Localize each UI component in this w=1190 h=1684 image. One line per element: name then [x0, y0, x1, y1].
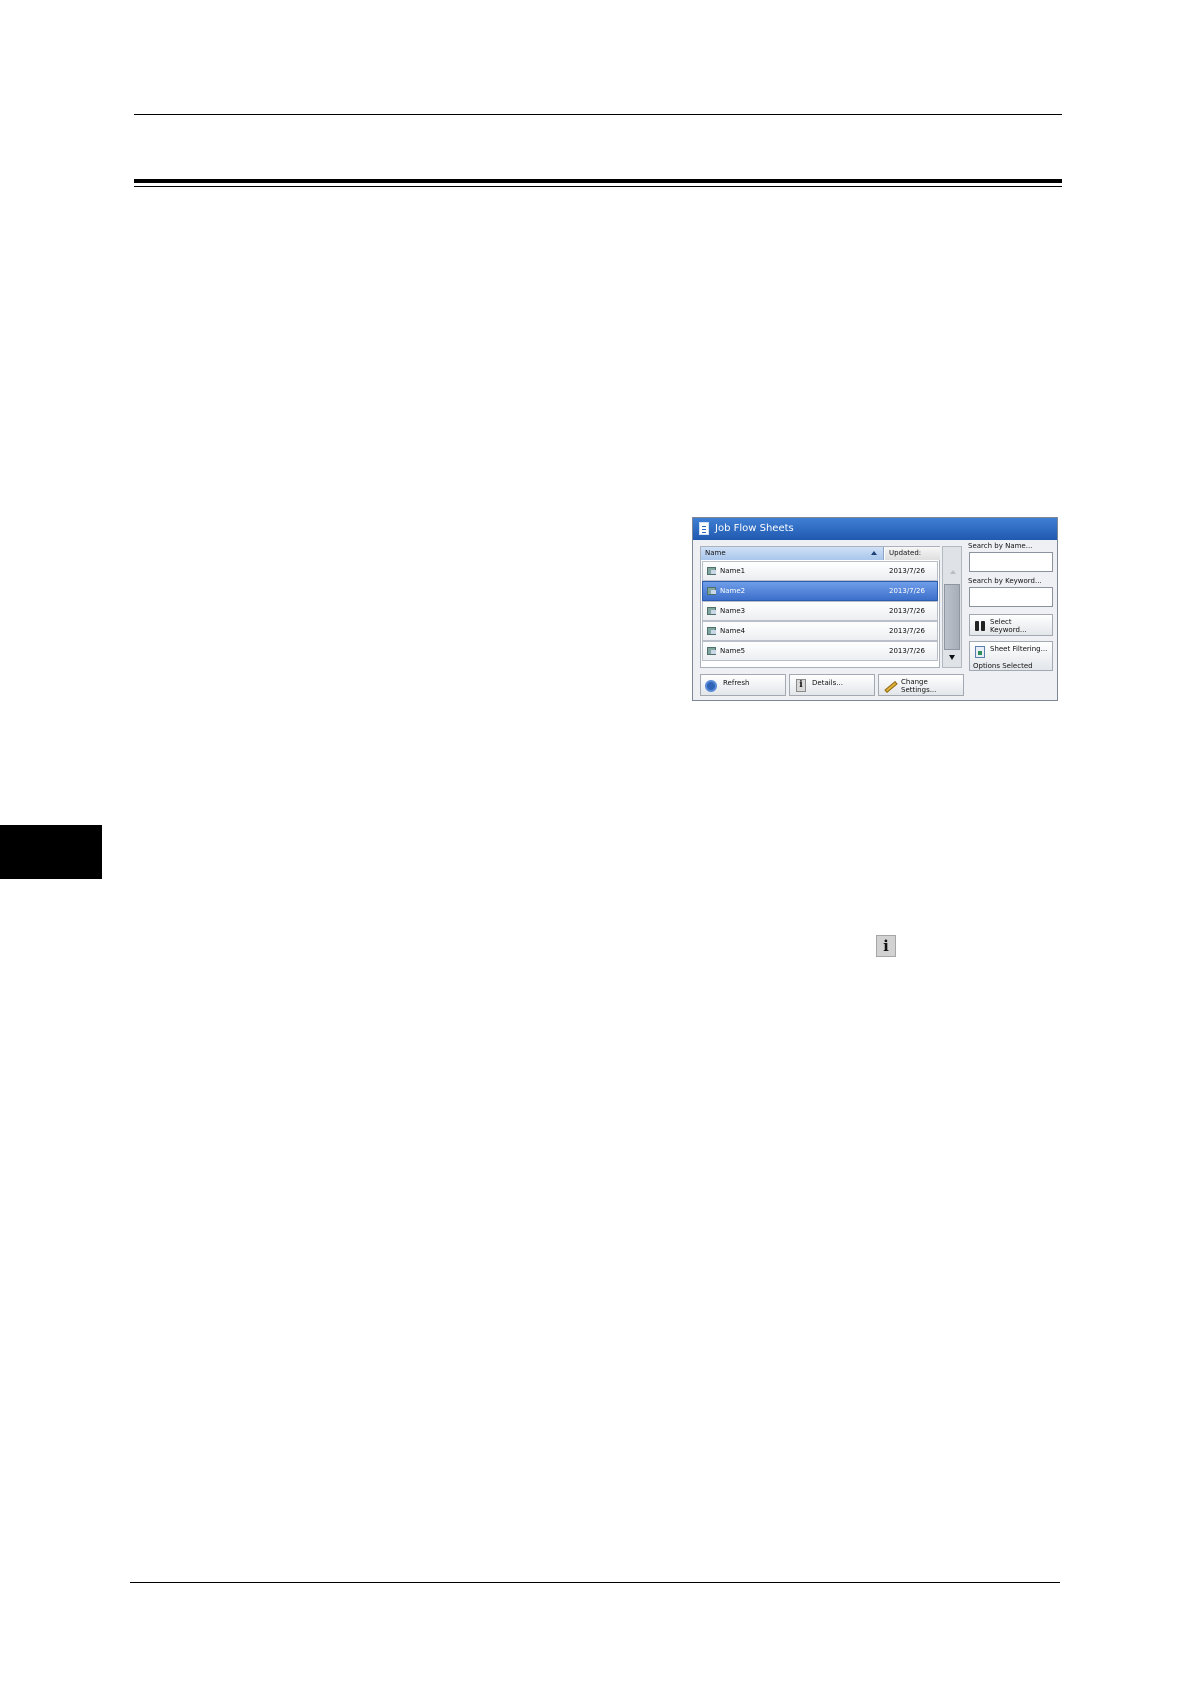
section-heading-rule-thick [134, 179, 1062, 183]
list-scrollbar[interactable] [942, 546, 962, 668]
list-item-name: Name1 [720, 567, 746, 575]
header-rule [134, 114, 1062, 115]
job-flow-sheet-icon [707, 607, 716, 615]
section-heading-rule-thin [134, 186, 1062, 187]
change-settings-button[interactable]: Change Settings... [878, 674, 964, 696]
refresh-icon [705, 680, 717, 692]
list-item-date: 2013/7/26 [889, 647, 925, 655]
binoculars-icon [975, 621, 986, 631]
refresh-button[interactable]: Refresh [700, 674, 786, 696]
scroll-down-arrow-icon[interactable] [949, 655, 955, 660]
filter-icon [975, 646, 985, 658]
info-icon: i [876, 935, 896, 957]
job-flow-sheet-icon [707, 627, 716, 635]
scrollbar-thumb[interactable] [944, 584, 960, 650]
list-item[interactable]: Name3 2013/7/26 [702, 601, 938, 621]
list-item[interactable]: Name1 2013/7/26 [702, 561, 938, 581]
search-by-name-label: Search by Name... [968, 542, 1033, 550]
job-flow-sheet-icon [707, 567, 716, 575]
footer-rule [130, 1582, 1060, 1583]
list-item-date: 2013/7/26 [889, 567, 925, 575]
list-item-name: Name5 [720, 647, 746, 655]
list-item-name: Name3 [720, 607, 746, 615]
chapter-tab [0, 825, 102, 879]
list-item-name: Name2 [720, 587, 746, 595]
search-by-name-input[interactable] [969, 552, 1053, 572]
search-by-keyword-input[interactable] [969, 587, 1053, 607]
list-item[interactable]: Name4 2013/7/26 [702, 621, 938, 641]
job-flow-sheets-screen: Job Flow Sheets Name Updated: Name1 2013… [692, 517, 1058, 701]
job-flow-sheet-icon [707, 587, 716, 595]
job-flow-list: Name Updated: Name1 2013/7/26 Name2 2013… [700, 546, 940, 668]
screen-titlebar: Job Flow Sheets [693, 518, 1057, 540]
scroll-up-arrow-icon[interactable] [950, 570, 956, 574]
screen-title: Job Flow Sheets [715, 523, 794, 534]
filter-status: Options Selected [973, 662, 1033, 670]
sort-ascending-icon [871, 551, 877, 555]
column-header-name[interactable]: Name [701, 547, 884, 560]
list-header: Name Updated: [701, 547, 940, 560]
list-item[interactable]: Name5 2013/7/26 [702, 641, 938, 661]
info-icon: i [796, 679, 806, 692]
list-item-date: 2013/7/26 [889, 607, 925, 615]
list-item-date: 2013/7/26 [889, 627, 925, 635]
list-item-name: Name4 [720, 627, 746, 635]
list-item-selected[interactable]: Name2 2013/7/26 [702, 581, 938, 601]
details-button[interactable]: i Details... [789, 674, 875, 696]
select-keyword-button[interactable]: Select Keyword... [969, 614, 1053, 636]
sheet-filtering-button[interactable]: Sheet Filtering... Options Selected [969, 641, 1053, 671]
column-header-updated[interactable]: Updated: [885, 547, 940, 560]
search-by-keyword-label: Search by Keyword... [968, 577, 1042, 585]
job-flow-sheet-icon [707, 647, 716, 655]
list-item-date: 2013/7/26 [889, 587, 925, 595]
pencil-icon [884, 680, 898, 694]
document-icon [699, 522, 709, 535]
